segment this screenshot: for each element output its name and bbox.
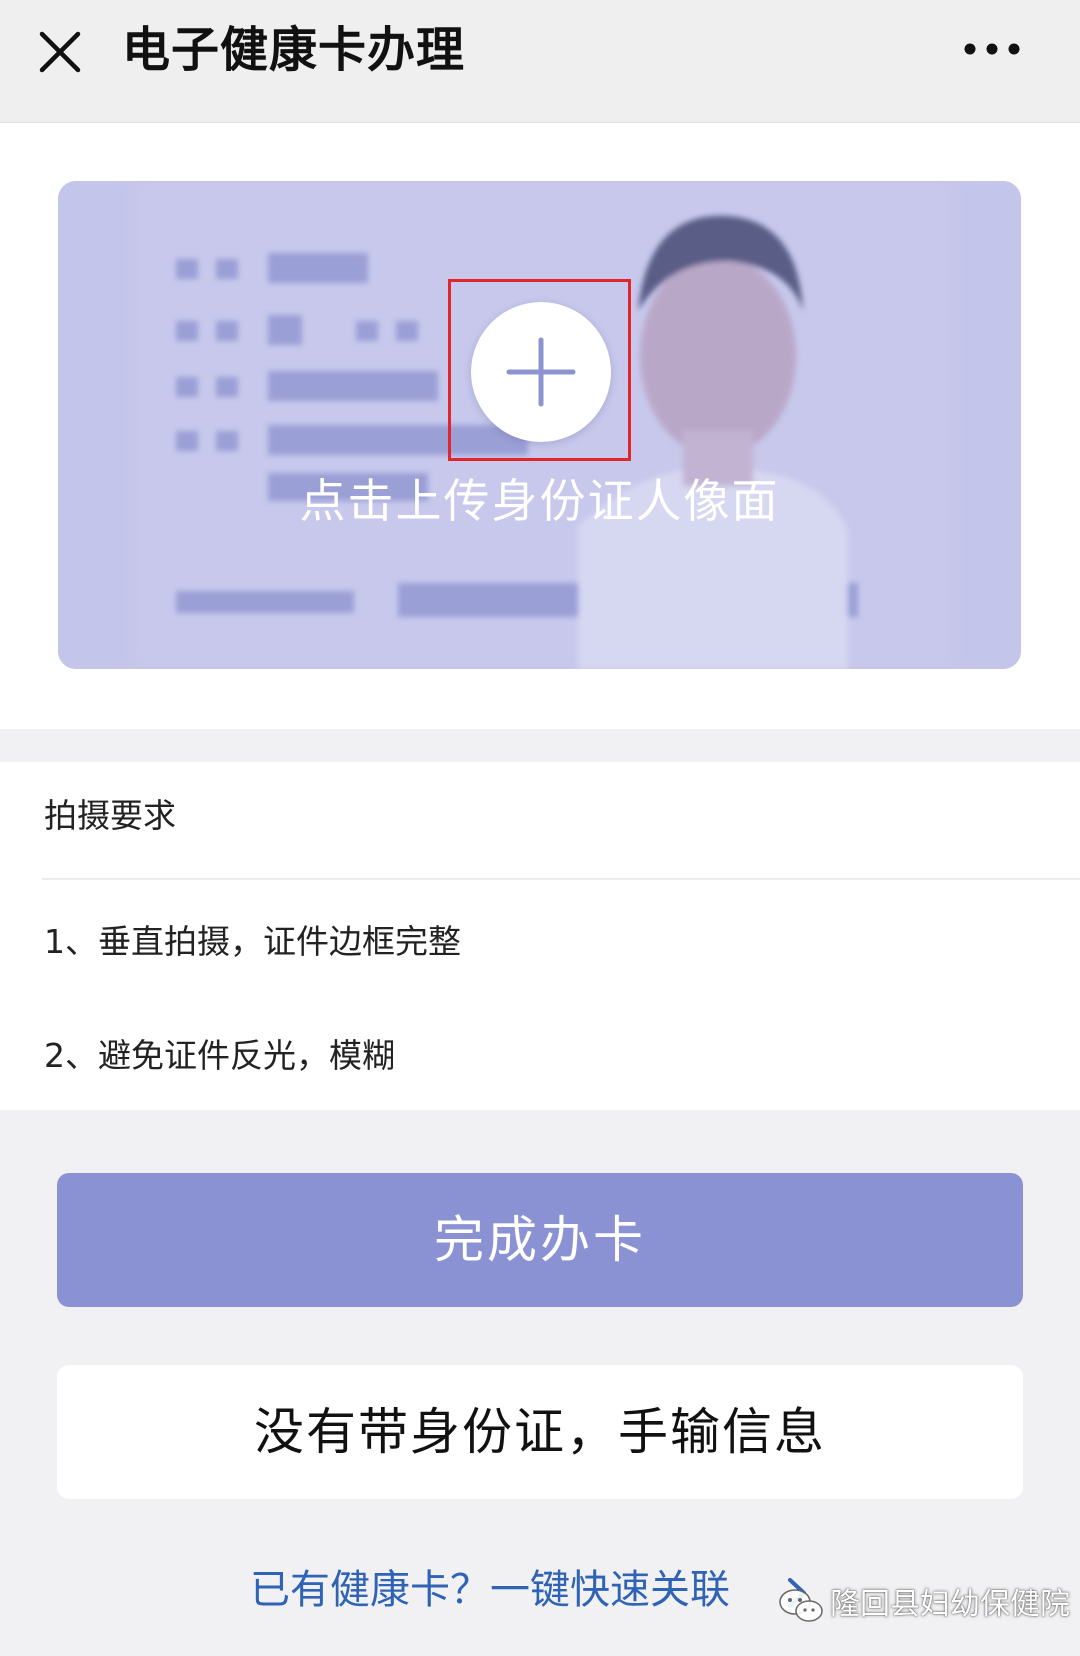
wechat-icon [779,1589,823,1622]
divider [42,878,1080,880]
top-bar: 电子健康卡办理 [0,0,1080,123]
more-button[interactable] [962,36,1022,62]
manual-input-button[interactable]: 没有带身份证，手输信息 [57,1365,1023,1499]
plus-icon [506,337,576,407]
watermark-text: 隆回县妇幼保健院 [830,1587,1070,1622]
complete-card-button[interactable]: 完成办卡 [57,1173,1023,1307]
page-title: 电子健康卡办理 [122,22,466,78]
id-card-upload-area[interactable]: 点击上传身份证人像面 [58,181,1021,669]
close-icon [39,31,81,73]
more-horizontal-icon [964,43,1020,55]
requirements-panel: 拍摄要求 1、垂直拍摄，证件边框完整 2、避免证件反光，模糊 [0,762,1080,1110]
upload-label: 点击上传身份证人像面 [299,474,780,528]
requirement-item: 1、垂直拍摄，证件边框完整 [44,922,461,961]
upload-button[interactable] [471,302,611,442]
upload-panel: 点击上传身份证人像面 [0,123,1080,729]
requirements-title: 拍摄要求 [44,796,176,835]
close-button[interactable] [36,28,84,76]
requirement-item: 2、避免证件反光，模糊 [44,1036,395,1075]
link-existing-card[interactable]: 已有健康卡？一键快速关联 [250,1560,730,1620]
